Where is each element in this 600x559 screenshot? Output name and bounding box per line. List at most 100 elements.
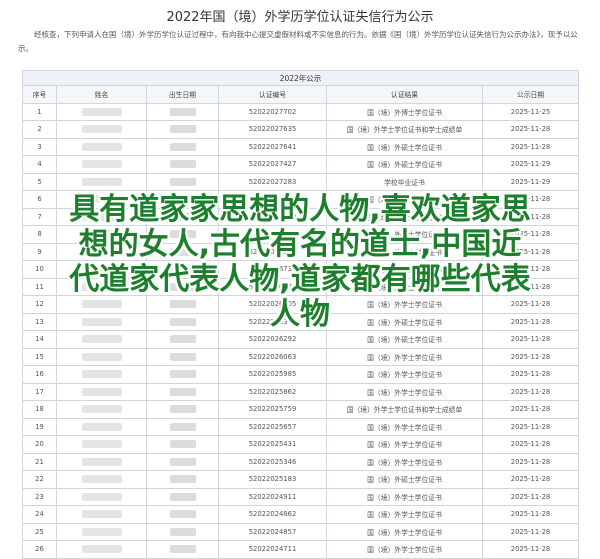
- table-row: 16 52022025985 国（境）外学士学位证书 2025-11-28: [22, 365, 580, 384]
- redacted-birthdate-cell: [146, 137, 219, 156]
- redacted-birthdate-cell: [146, 400, 219, 419]
- publish-date-cell: 2025-11-28: [481, 120, 580, 139]
- cert-result-cell: 国（境）外学士学位证书: [326, 225, 483, 244]
- redacted-birthdate-cell: [146, 452, 219, 471]
- cert-number-cell: 52022025862: [218, 382, 327, 401]
- redaction-block: [81, 142, 122, 151]
- table-row: 24 52022024862 国（境）外学士学位证书 2025-11-28: [22, 505, 580, 524]
- row-index-cell: 24: [22, 505, 57, 524]
- row-index-cell: 22: [22, 470, 57, 489]
- publish-date-cell: 2025-11-28: [481, 242, 580, 261]
- cert-result-cell: 国（境）外硕士学位证书: [326, 277, 483, 296]
- row-index-cell: 6: [22, 190, 57, 209]
- table-row: 9 52022026851 国（境）外硕士学位证书 2025-11-28: [22, 242, 580, 261]
- redaction-block: [81, 387, 122, 396]
- table-row: 8 52022026877 国（境）外学士学位证书 2025-11-28: [22, 225, 580, 244]
- row-index-cell: 25: [22, 522, 57, 541]
- row-index-cell: 10: [22, 260, 57, 279]
- redacted-birthdate-cell: [146, 312, 219, 331]
- cert-result-cell: 国（境）外学士学位证书: [326, 540, 483, 559]
- redaction-block: [169, 422, 196, 431]
- redacted-birthdate-cell: [146, 120, 219, 139]
- redaction-block: [81, 405, 122, 414]
- redaction-block: [169, 300, 196, 309]
- table-row: 15 52022026063 国（境）外学士学位证书 2025-11-28: [22, 347, 580, 366]
- table-row: 6 52022027184 国（境）外硕士学位证书 2025-11-28: [22, 190, 580, 209]
- redacted-name-cell: [56, 102, 147, 121]
- column-header: 姓名: [56, 85, 147, 104]
- table-row: 3 52022027641 国（境）外硕士学位证书 2025-11-28: [22, 137, 580, 156]
- cert-result-cell: 国（境）外学士学位证书和学士成绩单: [326, 120, 483, 139]
- cert-number-cell: 52022026851: [218, 242, 327, 261]
- cert-result-cell: 国（境）外学士学位证书: [326, 435, 483, 454]
- publish-date-cell: 2025-11-28: [481, 225, 580, 244]
- redaction-block: [169, 177, 196, 186]
- cert-number-cell: 52022024862: [218, 505, 327, 524]
- redacted-name-cell: [56, 137, 147, 156]
- cert-number-cell: 52022024711: [218, 540, 327, 559]
- publish-date-cell: 2025-11-28: [481, 277, 580, 296]
- redacted-birthdate-cell: [146, 190, 219, 209]
- redacted-birthdate-cell: [146, 330, 219, 349]
- redacted-name-cell: [56, 382, 147, 401]
- redaction-block: [81, 212, 122, 221]
- redacted-birthdate-cell: [146, 347, 219, 366]
- cert-result-cell: 国（境）外博士学位证书: [326, 102, 483, 121]
- redacted-name-cell: [56, 505, 147, 524]
- cert-result-cell: 国（境）外硕士学位证书: [326, 190, 483, 209]
- redaction-block: [169, 107, 196, 116]
- cert-number-cell: 52022027184: [218, 190, 327, 209]
- redacted-name-cell: [56, 452, 147, 471]
- redaction-block: [169, 352, 196, 361]
- cert-number-cell: 52022026345: [218, 312, 327, 331]
- redacted-birthdate-cell: [146, 207, 219, 226]
- row-index-cell: 20: [22, 435, 57, 454]
- redacted-name-cell: [56, 487, 147, 506]
- table-row: 23 52022024911 国（境）外学士学位证书 2025-11-28: [22, 487, 580, 506]
- table-row: 19 52022025657 国（境）外学士学位证书 2025-11-28: [22, 417, 580, 436]
- redacted-birthdate-cell: [146, 435, 219, 454]
- publish-date-cell: 2025-11-28: [481, 137, 580, 156]
- publish-date-cell: 2025-11-28: [481, 207, 580, 226]
- redaction-block: [81, 475, 122, 484]
- publish-date-cell: 2025-11-29: [481, 155, 580, 174]
- cert-result-cell: 国（境）外学士学位证书: [326, 522, 483, 541]
- redaction-block: [169, 230, 196, 239]
- redacted-birthdate-cell: [146, 522, 219, 541]
- notice-text: 经核查，下列申请人在国（境）外学历学位认证过程中，有向我中心提交虚假材料或不实信…: [18, 30, 578, 53]
- row-index-cell: 9: [22, 242, 57, 261]
- row-index-cell: 15: [22, 347, 57, 366]
- publish-date-cell: 2025-11-28: [481, 190, 580, 209]
- redaction-block: [169, 492, 196, 501]
- publish-date-cell: 2025-11-28: [481, 365, 580, 384]
- redacted-name-cell: [56, 207, 147, 226]
- cert-result-cell: 国（境）外学士学位证书: [326, 347, 483, 366]
- cert-number-cell: 52022026505: [218, 295, 327, 314]
- row-index-cell: 21: [22, 452, 57, 471]
- redacted-birthdate-cell: [146, 295, 219, 314]
- redaction-block: [81, 352, 122, 361]
- cert-result-cell: 国（境）外学士学位证书: [326, 487, 483, 506]
- redaction-block: [81, 457, 122, 466]
- row-index-cell: 19: [22, 417, 57, 436]
- cert-number-cell: 52022026583: [218, 277, 327, 296]
- publish-date-cell: 2025-11-28: [481, 417, 580, 436]
- redacted-name-cell: [56, 295, 147, 314]
- redaction-block: [81, 527, 122, 536]
- row-index-cell: 8: [22, 225, 57, 244]
- cert-result-cell: 国（境）外硕士学位证书: [326, 312, 483, 331]
- redaction-block: [169, 282, 196, 291]
- table-row: 17 52022025862 国（境）外学士学位证书 2025-11-28: [22, 382, 580, 401]
- cert-number-cell: 52022025183: [218, 470, 327, 489]
- cert-result-cell: 国（境）外硕士学位证书: [326, 260, 483, 279]
- cert-number-cell: 52022026912: [218, 207, 327, 226]
- cert-number-cell: 52022025985: [218, 365, 327, 384]
- table-row: 5 52022027283 学校毕业证书 2025-11-29: [22, 172, 580, 191]
- redaction-block: [81, 160, 122, 169]
- row-index-cell: 12: [22, 295, 57, 314]
- redaction-block: [81, 492, 122, 501]
- redaction-block: [81, 282, 122, 291]
- redaction-block: [81, 125, 122, 134]
- redacted-birthdate-cell: [146, 260, 219, 279]
- publish-date-cell: 2025-11-28: [481, 400, 580, 419]
